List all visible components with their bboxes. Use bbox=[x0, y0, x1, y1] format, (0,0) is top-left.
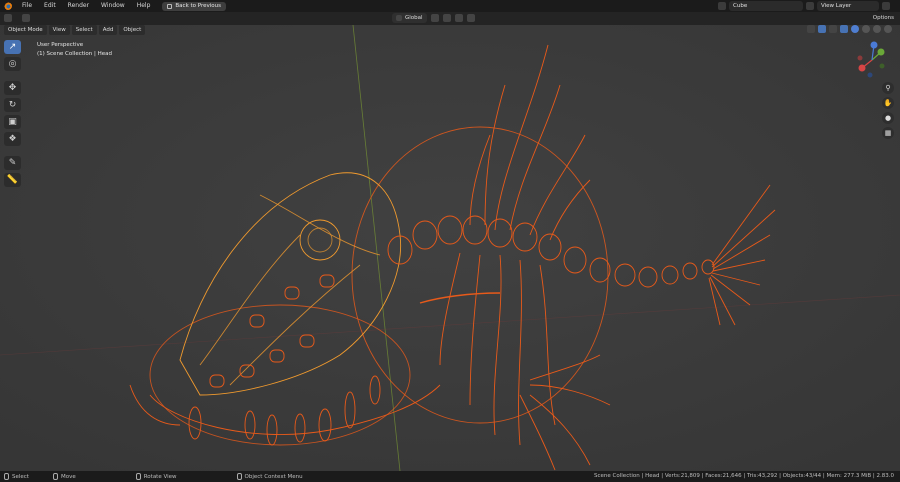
scale-tool[interactable]: ▣ bbox=[4, 115, 21, 129]
grid-ortho-icon[interactable]: ▦ bbox=[882, 127, 894, 139]
x-axis-icon[interactable] bbox=[858, 64, 866, 72]
rendered-shading-icon[interactable] bbox=[884, 25, 892, 33]
hint-move-label: Move bbox=[60, 473, 76, 480]
proportional-edit-icon[interactable] bbox=[454, 14, 463, 22]
selectability-icon[interactable] bbox=[807, 25, 815, 33]
menu-render[interactable]: Render bbox=[62, 0, 95, 12]
menu-edit[interactable]: Edit bbox=[38, 0, 62, 12]
viewport-background bbox=[0, 25, 900, 471]
perspective-label: User Perspective bbox=[37, 42, 84, 48]
snap-icon[interactable] bbox=[442, 14, 451, 22]
zoom-icon[interactable]: ⚲ bbox=[882, 82, 894, 94]
view-layer-icon bbox=[806, 2, 814, 10]
gizmo-toggle-icon[interactable] bbox=[818, 25, 826, 33]
menu-help[interactable]: Help bbox=[131, 0, 157, 12]
menu-view[interactable]: View bbox=[48, 25, 70, 35]
status-bar: Select Move Rotate View Object Context M… bbox=[0, 471, 900, 482]
solid-shading-icon[interactable] bbox=[862, 25, 870, 33]
blender-logo-icon[interactable] bbox=[4, 2, 12, 10]
transform-tool[interactable]: ❖ bbox=[4, 132, 21, 146]
scene-icon bbox=[718, 2, 726, 10]
y-axis-icon[interactable] bbox=[877, 48, 885, 56]
hint-context-menu: Object Context Menu bbox=[236, 473, 303, 480]
menu-select[interactable]: Select bbox=[71, 25, 97, 35]
transform-orientation-label: Global bbox=[405, 15, 423, 21]
pan-hand-icon[interactable]: ✋ bbox=[882, 97, 894, 109]
falloff-icon[interactable] bbox=[466, 14, 475, 22]
mouse-middle-icon bbox=[135, 473, 141, 480]
scene-statistics: Scene Collection | Head | Verts:21,809 |… bbox=[594, 473, 894, 479]
overlays-icon[interactable] bbox=[829, 25, 837, 33]
mouse-left-icon bbox=[4, 473, 9, 480]
object-mode-dropdown[interactable]: Object Mode bbox=[4, 25, 47, 35]
z-axis-icon[interactable] bbox=[870, 41, 878, 49]
collection-label: (1) Scene Collection | Head bbox=[37, 51, 112, 57]
options-dropdown[interactable]: Options bbox=[873, 13, 894, 24]
orientation-icon bbox=[396, 15, 402, 21]
left-toolbar: ↗ ◎ ✥ ↻ ▣ ❖ ✎ 📏 bbox=[4, 40, 22, 187]
main-menu: File Edit Render Window Help bbox=[16, 0, 156, 12]
menu-window[interactable]: Window bbox=[95, 0, 131, 12]
menu-add[interactable]: Add bbox=[98, 25, 118, 35]
editor-type-icon[interactable] bbox=[4, 14, 12, 22]
scene-selector[interactable]: Cube bbox=[718, 1, 803, 11]
rotate-tool[interactable]: ↻ bbox=[4, 98, 21, 112]
xray-toggle-icon[interactable] bbox=[840, 25, 848, 33]
top-menu-bar: File Edit Render Window Help Back to Pre… bbox=[0, 0, 900, 12]
scene-name-field[interactable]: Cube bbox=[729, 1, 803, 11]
viewport-info: User Perspective (1) Scene Collection | … bbox=[37, 41, 112, 59]
hint-context-menu-label: Object Context Menu bbox=[244, 473, 303, 480]
back-to-previous-button[interactable]: Back to Previous bbox=[162, 1, 227, 11]
wireframe-shading-icon[interactable] bbox=[851, 25, 859, 33]
hint-rotate-label: Rotate View bbox=[143, 473, 177, 480]
navigation-gizmo[interactable] bbox=[852, 40, 892, 80]
transform-orientation-dropdown[interactable]: Global bbox=[392, 13, 427, 23]
hint-select-label: Select bbox=[12, 473, 29, 480]
viewport-header: Object Mode View Select Add Object bbox=[0, 25, 900, 36]
select-box-tool[interactable]: ↗ bbox=[4, 40, 21, 54]
hint-rotate: Rotate View bbox=[135, 473, 177, 480]
material-shading-icon[interactable] bbox=[873, 25, 881, 33]
copy-icon[interactable] bbox=[882, 2, 890, 10]
hint-move: Move bbox=[52, 473, 76, 480]
menu-file[interactable]: File bbox=[16, 0, 38, 12]
3d-viewport[interactable] bbox=[0, 25, 900, 471]
select-box-mode-icon[interactable] bbox=[22, 14, 30, 22]
view-layer-selector[interactable]: View Layer bbox=[806, 1, 890, 11]
move-tool[interactable]: ✥ bbox=[4, 81, 21, 95]
screen-icon bbox=[167, 3, 173, 9]
view-layer-name-field[interactable]: View Layer bbox=[817, 1, 879, 11]
measure-tool[interactable]: 📏 bbox=[4, 173, 21, 187]
hint-select: Select bbox=[4, 473, 29, 480]
pivot-point-icon[interactable] bbox=[430, 14, 439, 22]
menu-object[interactable]: Object bbox=[119, 25, 146, 35]
tool-header: Global Options bbox=[0, 12, 900, 25]
mouse-drag-icon bbox=[52, 473, 58, 480]
cursor-tool[interactable]: ◎ bbox=[4, 57, 21, 71]
mouse-right-icon bbox=[236, 473, 242, 480]
back-to-previous-label: Back to Previous bbox=[175, 2, 222, 9]
camera-view-icon[interactable]: ● bbox=[882, 112, 894, 124]
annotate-tool[interactable]: ✎ bbox=[4, 156, 21, 170]
